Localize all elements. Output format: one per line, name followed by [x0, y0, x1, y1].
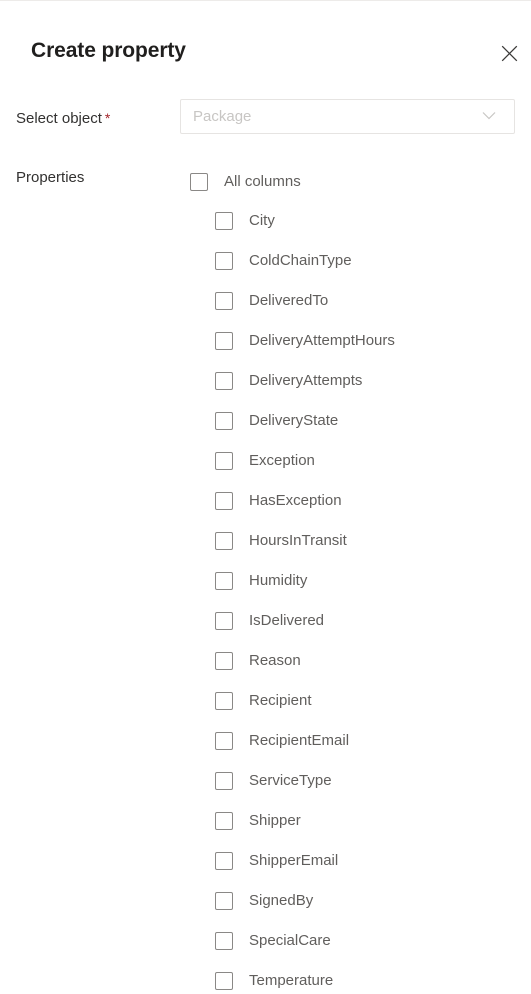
- checkbox-icon[interactable]: [215, 212, 233, 230]
- checkbox-row-hasexception[interactable]: HasException: [215, 488, 342, 514]
- select-object-label: Select object *: [16, 107, 110, 130]
- checkbox-icon[interactable]: [215, 492, 233, 510]
- checkbox-label: City: [249, 212, 275, 229]
- close-button[interactable]: [493, 37, 525, 69]
- checkbox-icon[interactable]: [215, 652, 233, 670]
- checkbox-icon[interactable]: [215, 572, 233, 590]
- checkbox-icon[interactable]: [215, 932, 233, 950]
- checkbox-label: HasException: [249, 492, 342, 509]
- checkbox-label: Recipient: [249, 692, 312, 709]
- checkbox-label: Humidity: [249, 572, 308, 589]
- panel-header: Create property: [0, 27, 531, 79]
- checkbox-label: SignedBy: [249, 892, 314, 909]
- checkbox-label: Shipper: [249, 812, 301, 829]
- checkbox-row-recipientemail[interactable]: RecipientEmail: [215, 728, 349, 754]
- checkbox-row-shipperemail[interactable]: ShipperEmail: [215, 848, 338, 874]
- checkbox-row-specialcare[interactable]: SpecialCare: [215, 928, 331, 954]
- checkbox-icon[interactable]: [215, 972, 233, 990]
- checkbox-label: DeliveryState: [249, 412, 339, 429]
- checkbox-label: IsDelivered: [249, 612, 325, 629]
- checkbox-label: ServiceType: [249, 772, 332, 789]
- select-object-label-text: Select object: [16, 110, 102, 127]
- checkbox-row-exception[interactable]: Exception: [215, 448, 315, 474]
- checkbox-icon[interactable]: [215, 692, 233, 710]
- checkbox-row-deliveryattempthours[interactable]: DeliveryAttemptHours: [215, 328, 395, 354]
- create-property-panel: Create property Select object * Package P…: [0, 0, 531, 991]
- checkbox-row-deliverystate[interactable]: DeliveryState: [215, 408, 338, 434]
- checkbox-icon[interactable]: [215, 252, 233, 270]
- properties-label: Properties: [16, 169, 85, 186]
- checkbox-label: HoursInTransit: [249, 532, 347, 549]
- checkbox-icon[interactable]: [190, 173, 208, 191]
- checkbox-label: DeliveredTo: [249, 292, 329, 309]
- checkbox-row-temperature[interactable]: Temperature: [215, 968, 333, 994]
- select-object-row: Select object * Package: [0, 99, 531, 135]
- checkbox-label: RecipientEmail: [249, 732, 350, 749]
- checkbox-row-shipper[interactable]: Shipper: [215, 808, 301, 834]
- checkbox-label: Temperature: [249, 972, 334, 989]
- page-title: Create property: [31, 39, 186, 62]
- checkbox-label: ShipperEmail: [249, 852, 339, 869]
- select-object-dropdown-value: Package: [193, 108, 252, 125]
- checkbox-row-city[interactable]: City: [215, 208, 275, 234]
- checkbox-icon[interactable]: [215, 612, 233, 630]
- checkbox-label: All columns: [224, 173, 301, 190]
- checkbox-icon[interactable]: [215, 732, 233, 750]
- checkbox-label: DeliveryAttempts: [249, 372, 363, 389]
- checkbox-row-deliveryattempts[interactable]: DeliveryAttempts: [215, 368, 362, 394]
- select-object-dropdown[interactable]: Package: [180, 99, 515, 134]
- checkbox-row-isdelivered[interactable]: IsDelivered: [215, 608, 324, 634]
- checkbox-row-humidity[interactable]: Humidity: [215, 568, 307, 594]
- checkbox-icon[interactable]: [215, 852, 233, 870]
- checkbox-label: Reason: [249, 652, 301, 669]
- close-icon: [501, 45, 518, 62]
- checkbox-icon[interactable]: [215, 412, 233, 430]
- checkbox-row-deliveredto[interactable]: DeliveredTo: [215, 288, 328, 314]
- chevron-down-icon: [482, 111, 496, 121]
- checkbox-icon[interactable]: [215, 452, 233, 470]
- checkbox-row-reason[interactable]: Reason: [215, 648, 301, 674]
- checkbox-icon[interactable]: [215, 892, 233, 910]
- checkbox-icon[interactable]: [215, 812, 233, 830]
- checkbox-label: Exception: [249, 452, 315, 469]
- checkbox-row-recipient[interactable]: Recipient: [215, 688, 312, 714]
- checkbox-row-all-columns[interactable]: All columns: [190, 169, 301, 195]
- checkbox-icon[interactable]: [215, 772, 233, 790]
- checkbox-label: ColdChainType: [249, 252, 352, 269]
- checkbox-icon[interactable]: [215, 332, 233, 350]
- checkbox-icon[interactable]: [215, 372, 233, 390]
- checkbox-row-coldchaintype[interactable]: ColdChainType: [215, 248, 352, 274]
- checkbox-icon[interactable]: [215, 532, 233, 550]
- checkbox-label: DeliveryAttemptHours: [249, 332, 395, 349]
- required-asterisk: *: [104, 110, 111, 126]
- checkbox-row-servicetype[interactable]: ServiceType: [215, 768, 332, 794]
- checkbox-row-signedby[interactable]: SignedBy: [215, 888, 313, 914]
- checkbox-icon[interactable]: [215, 292, 233, 310]
- checkbox-row-hoursintransit[interactable]: HoursInTransit: [215, 528, 347, 554]
- checkbox-label: SpecialCare: [249, 932, 331, 949]
